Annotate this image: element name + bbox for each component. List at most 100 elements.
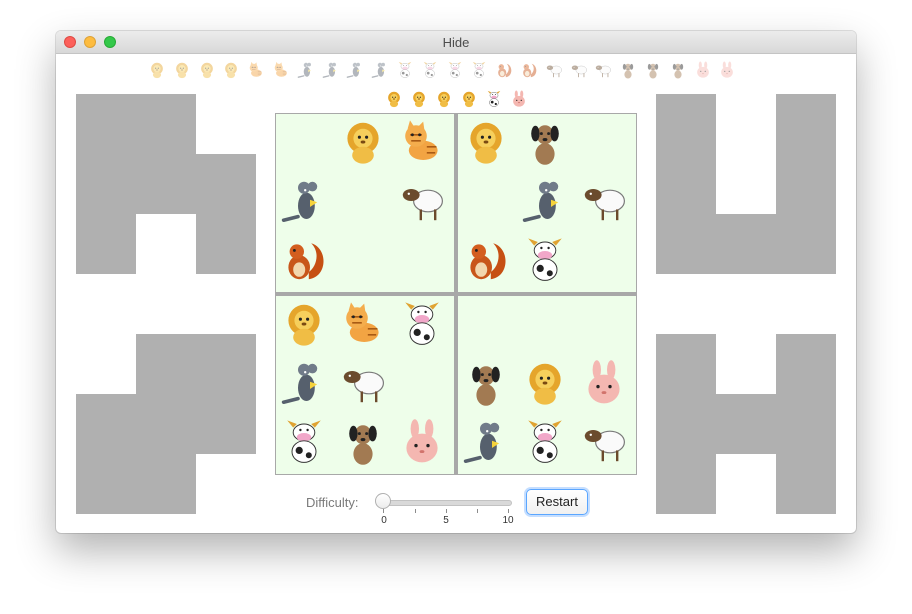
board-sheep — [580, 418, 628, 466]
cow-icon — [448, 61, 461, 78]
difficulty-slider-thumb[interactable] — [375, 493, 391, 509]
difficulty-label: Difficulty: — [306, 495, 359, 510]
cow-icon — [473, 61, 486, 78]
cow-token — [421, 61, 439, 79]
cow-selected-token — [485, 90, 503, 108]
lion-selected-token — [410, 90, 428, 108]
lion-icon — [438, 91, 450, 108]
difficulty-slider-track[interactable] — [378, 500, 512, 506]
squirrel-token — [495, 61, 513, 79]
sheep-icon — [596, 65, 612, 78]
slider-tick — [383, 509, 384, 513]
board-quadrant-top-left[interactable] — [276, 114, 454, 292]
cat-token — [247, 61, 265, 79]
mouse-icon — [522, 181, 559, 222]
board-dog — [339, 418, 387, 466]
slider-tick — [477, 509, 478, 513]
rabbit-token — [694, 61, 712, 79]
lion-icon — [463, 91, 475, 108]
sheep-token — [545, 61, 563, 79]
slider-tick — [508, 509, 509, 513]
rabbit-icon — [513, 90, 525, 107]
dog-icon — [472, 366, 500, 406]
lion-icon — [200, 62, 213, 79]
squirrel-icon — [470, 243, 506, 280]
cow-icon — [423, 61, 437, 78]
mouse-icon — [281, 363, 318, 404]
board-cat — [398, 118, 446, 166]
app-window: Hide Difficulty: 0 5 10 Restart — [56, 31, 856, 533]
mouse-token — [297, 61, 315, 79]
rabbit-icon — [721, 61, 734, 78]
cow-icon — [398, 61, 412, 78]
cow-icon — [487, 90, 501, 107]
lion-selected-token — [385, 90, 403, 108]
board-quadrant-top-right[interactable] — [458, 114, 636, 292]
board-mouse — [462, 418, 510, 466]
cat-icon — [346, 302, 379, 342]
rabbit-icon — [588, 360, 620, 404]
board-quadrant-bottom-left[interactable] — [276, 296, 454, 474]
board-cow — [521, 418, 569, 466]
board-cow — [398, 300, 446, 348]
cow-token — [396, 61, 414, 79]
dog-token — [644, 61, 662, 79]
lion-selected-token — [460, 90, 478, 108]
board-mouse — [521, 177, 569, 225]
cow-icon — [405, 302, 439, 345]
cat-icon — [405, 120, 438, 160]
slider-tick-label-mid: 5 — [443, 515, 449, 526]
game-board — [275, 113, 637, 475]
piece-shape-bottom-left[interactable] — [76, 334, 256, 514]
lion-icon — [151, 62, 163, 79]
mouse-icon — [371, 62, 386, 78]
restart-button[interactable]: Restart — [526, 489, 588, 515]
dog-icon — [647, 63, 659, 79]
squirrel-icon — [523, 63, 537, 78]
board-rabbit — [398, 418, 446, 466]
lion-token — [173, 61, 191, 79]
board-squirrel — [462, 236, 510, 284]
slider-tick — [446, 509, 447, 513]
dog-token — [619, 61, 637, 79]
board-sheep — [398, 177, 446, 225]
window-title: Hide — [442, 35, 470, 50]
mouse-icon — [347, 62, 361, 78]
lion-token — [222, 61, 240, 79]
controls-bar: Difficulty: 0 5 10 Restart — [56, 489, 856, 531]
mouse-icon — [322, 62, 336, 78]
lion-icon — [225, 62, 238, 79]
lion-icon — [175, 62, 188, 79]
rabbit-icon — [696, 61, 709, 78]
lion-icon — [470, 122, 502, 164]
board-lion — [462, 118, 510, 166]
board-cow — [280, 418, 328, 466]
piece-shape-top-right[interactable] — [656, 94, 836, 274]
board-squirrel — [280, 236, 328, 284]
board-quadrant-bottom-right[interactable] — [458, 296, 636, 474]
dog-icon — [349, 425, 377, 465]
cow-token — [470, 61, 488, 79]
squirrel-token — [520, 61, 538, 79]
lion-token — [198, 61, 216, 79]
sheep-icon — [343, 371, 384, 403]
piece-shape-bottom-right[interactable] — [656, 334, 836, 514]
mouse-icon — [463, 422, 500, 463]
squirrel-icon — [288, 243, 324, 280]
mouse-icon — [297, 62, 311, 78]
rabbit-token — [718, 61, 736, 79]
lion-selected-token — [435, 90, 453, 108]
cow-icon — [528, 238, 562, 281]
piece-shape-top-left[interactable] — [76, 94, 256, 274]
dog-icon — [672, 63, 683, 79]
rabbit-selected-token — [510, 90, 528, 108]
board-lion — [339, 118, 387, 166]
lion-icon — [347, 122, 379, 164]
mouse-token — [322, 61, 340, 79]
dog-token — [669, 61, 687, 79]
board-rabbit — [580, 359, 628, 407]
board-cat — [339, 300, 387, 348]
board-mouse — [280, 177, 328, 225]
board-cow — [521, 236, 569, 284]
mouse-token — [371, 61, 389, 79]
